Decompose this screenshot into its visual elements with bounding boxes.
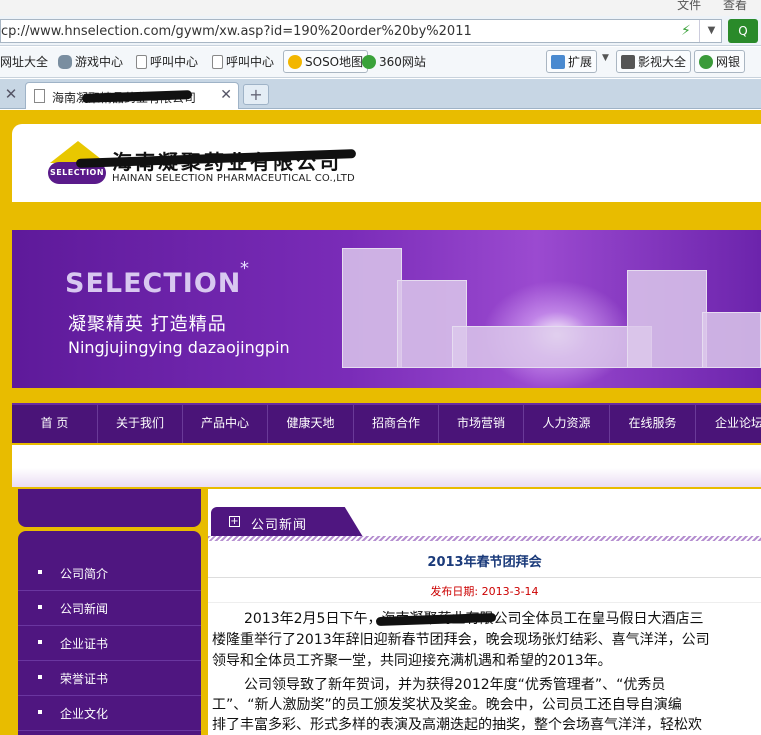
article-paragraph: 领导和全体员工齐聚一堂，共同迎接充满机遇和希望的2013年。 xyxy=(212,653,612,669)
gamepad-icon xyxy=(58,54,72,69)
bullet-icon xyxy=(38,605,42,609)
fav-item-call-center-1[interactable]: 呼叫中心 xyxy=(136,53,198,70)
company-name-en: HAINAN SELECTION PHARMACEUTICAL CO.,LTD xyxy=(112,173,355,184)
page-icon xyxy=(136,54,147,69)
fav-item-game-center[interactable]: 游戏中心 xyxy=(58,53,123,70)
sidebar-header xyxy=(18,489,201,527)
banner-title: SELECTION xyxy=(65,268,242,299)
section-header: + 公司新闻 xyxy=(208,507,761,537)
plus-icon: + xyxy=(229,516,240,527)
tab-company-news[interactable]: + 公司新闻 xyxy=(211,507,363,537)
menu-bar: 文件 查看 xyxy=(0,0,761,16)
page-icon xyxy=(212,54,223,69)
building-low xyxy=(452,326,652,368)
soso-icon xyxy=(288,54,302,69)
divider xyxy=(208,577,761,578)
chevron-down-icon[interactable]: ▼ xyxy=(699,20,723,42)
hero-banner: SELECTION * 凝聚精英 打造精品 Ningjujingying daz… xyxy=(12,230,761,388)
page-icon xyxy=(34,89,45,103)
sidebar-item-honors[interactable]: 荣誉证书 xyxy=(18,662,201,696)
sidebar-item-certificates[interactable]: 企业证书 xyxy=(18,627,201,661)
article-paragraph: 排了丰富多彩、形式多样的表演及高潮迭起的抽奖，整个会场喜气洋洋，轻松欢 xyxy=(212,717,702,733)
sidebar-item-news[interactable]: 公司新闻 xyxy=(18,592,201,626)
nav-online-service[interactable]: 在线服务 xyxy=(610,405,696,443)
main-content: + 公司新闻 2013年春节团拜会 发布日期: 2013-3-14 2013年2… xyxy=(208,489,761,735)
search-button[interactable]: Q xyxy=(728,19,758,43)
article-paragraph: 工”、“新人激励奖”的员工颁发奖状及奖金。晚会中，公司员工还自导自演编 xyxy=(212,697,682,713)
favorites-bar: 网址大全 游戏中心 呼叫中心 呼叫中心 SOSO地图 360网站 扩展 ▼ 影视… xyxy=(0,47,761,78)
sidebar-item-culture[interactable]: 企业文化 xyxy=(18,697,201,731)
nav-about[interactable]: 关于我们 xyxy=(98,405,183,443)
sidebar: 公司简介 公司新闻 企业证书 荣誉证书 企业文化 xyxy=(18,531,201,735)
360-icon xyxy=(362,54,376,69)
sidebar-item-profile[interactable]: 公司简介 xyxy=(18,557,201,591)
banner-slogan-cn: 凝聚精英 打造精品 xyxy=(68,314,227,335)
main-nav: 首 页 关于我们 产品中心 健康天地 招商合作 市场营销 人力资源 在线服务 企… xyxy=(12,403,761,443)
bullet-icon xyxy=(38,675,42,679)
extensions-button[interactable]: 扩展 xyxy=(546,50,598,73)
chevron-down-icon[interactable]: ▼ xyxy=(602,53,609,63)
nav-forum[interactable]: 企业论坛 xyxy=(696,405,761,443)
building-wing xyxy=(702,312,761,368)
banner-slogan-pinyin: Ningjujingying dazaojingpin xyxy=(68,338,290,357)
tab-bar: ✕ 海南凝聚精品药业有限公司 ✕ + xyxy=(0,79,761,109)
building-tower xyxy=(342,248,402,368)
article-paragraph: 公司领导致了新年贺词，并为获得2012年度“优秀管理者”、“优秀员 xyxy=(244,677,666,693)
publish-date: 发布日期: 2013-3-14 xyxy=(430,585,539,598)
menu-view[interactable]: 查看 xyxy=(723,0,747,12)
film-icon xyxy=(621,54,635,69)
article-title: 2013年春节团拜会 xyxy=(427,555,542,570)
divider xyxy=(208,602,761,603)
close-icon[interactable]: ✕ xyxy=(220,87,232,103)
fav-item-online-bank[interactable]: 网银 xyxy=(694,50,746,73)
nav-shadow-strip xyxy=(12,445,761,487)
lightning-icon[interactable]: ⚡ xyxy=(681,23,691,39)
star-icon: * xyxy=(240,258,249,279)
fav-item-360-sites[interactable]: 360网站 xyxy=(362,53,426,70)
grid-icon xyxy=(551,54,565,69)
address-bar-row: cp://www.hnselection.com/gywm/xw.asp?id=… xyxy=(0,16,761,46)
address-url[interactable]: cp://www.hnselection.com/gywm/xw.asp?id=… xyxy=(1,24,472,39)
nav-marketing[interactable]: 市场营销 xyxy=(439,405,524,443)
fav-item-soso-map[interactable]: SOSO地图 xyxy=(283,50,369,73)
bullet-icon xyxy=(38,640,42,644)
shield-icon xyxy=(699,54,713,69)
nav-hr[interactable]: 人力资源 xyxy=(524,405,610,443)
nav-investment[interactable]: 招商合作 xyxy=(354,405,439,443)
building-right xyxy=(627,270,707,368)
fav-item-url-directory[interactable]: 网址大全 xyxy=(0,53,48,70)
fav-item-video[interactable]: 影视大全 xyxy=(616,50,692,73)
nav-home[interactable]: 首 页 xyxy=(12,405,98,443)
close-icon[interactable]: ✕ xyxy=(2,85,20,103)
nav-health[interactable]: 健康天地 xyxy=(268,405,354,443)
menu-file[interactable]: 文件 xyxy=(677,0,701,12)
nav-products[interactable]: 产品中心 xyxy=(183,405,268,443)
fav-item-call-center-2[interactable]: 呼叫中心 xyxy=(212,53,274,70)
bullet-icon xyxy=(38,570,42,574)
divider xyxy=(208,536,761,541)
bullet-icon xyxy=(38,710,42,714)
tab-active[interactable]: 海南凝聚精品药业有限公司 ✕ xyxy=(25,82,239,109)
article-paragraph: 楼隆重举行了2013年辞旧迎新春节团拜会，晚会现场张灯结彩、喜气洋洋，公司 xyxy=(212,632,710,648)
new-tab-button[interactable]: + xyxy=(243,84,269,105)
address-field[interactable]: cp://www.hnselection.com/gywm/xw.asp?id=… xyxy=(0,19,722,43)
web-page: SELECTION 海南凝聚药业有限公司 HAINAN SELECTION PH… xyxy=(0,110,761,735)
